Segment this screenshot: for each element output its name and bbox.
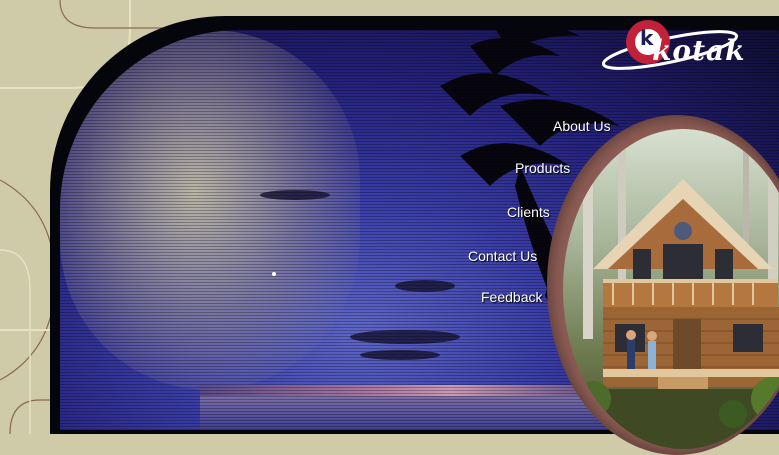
nav-products[interactable]: Products [515,160,570,176]
nav-feedback[interactable]: Feedback [481,289,542,305]
nav-contact-us[interactable]: Contact Us [468,248,537,264]
kotak-logo[interactable]: k kotak [600,12,779,82]
cabin-illustration [563,129,779,449]
logo-wordmark: kotak [652,34,746,67]
cabin-photo [563,129,779,449]
nav-clients[interactable]: Clients [507,204,550,220]
moon [272,272,276,276]
nav-about-us[interactable]: About Us [553,118,611,134]
